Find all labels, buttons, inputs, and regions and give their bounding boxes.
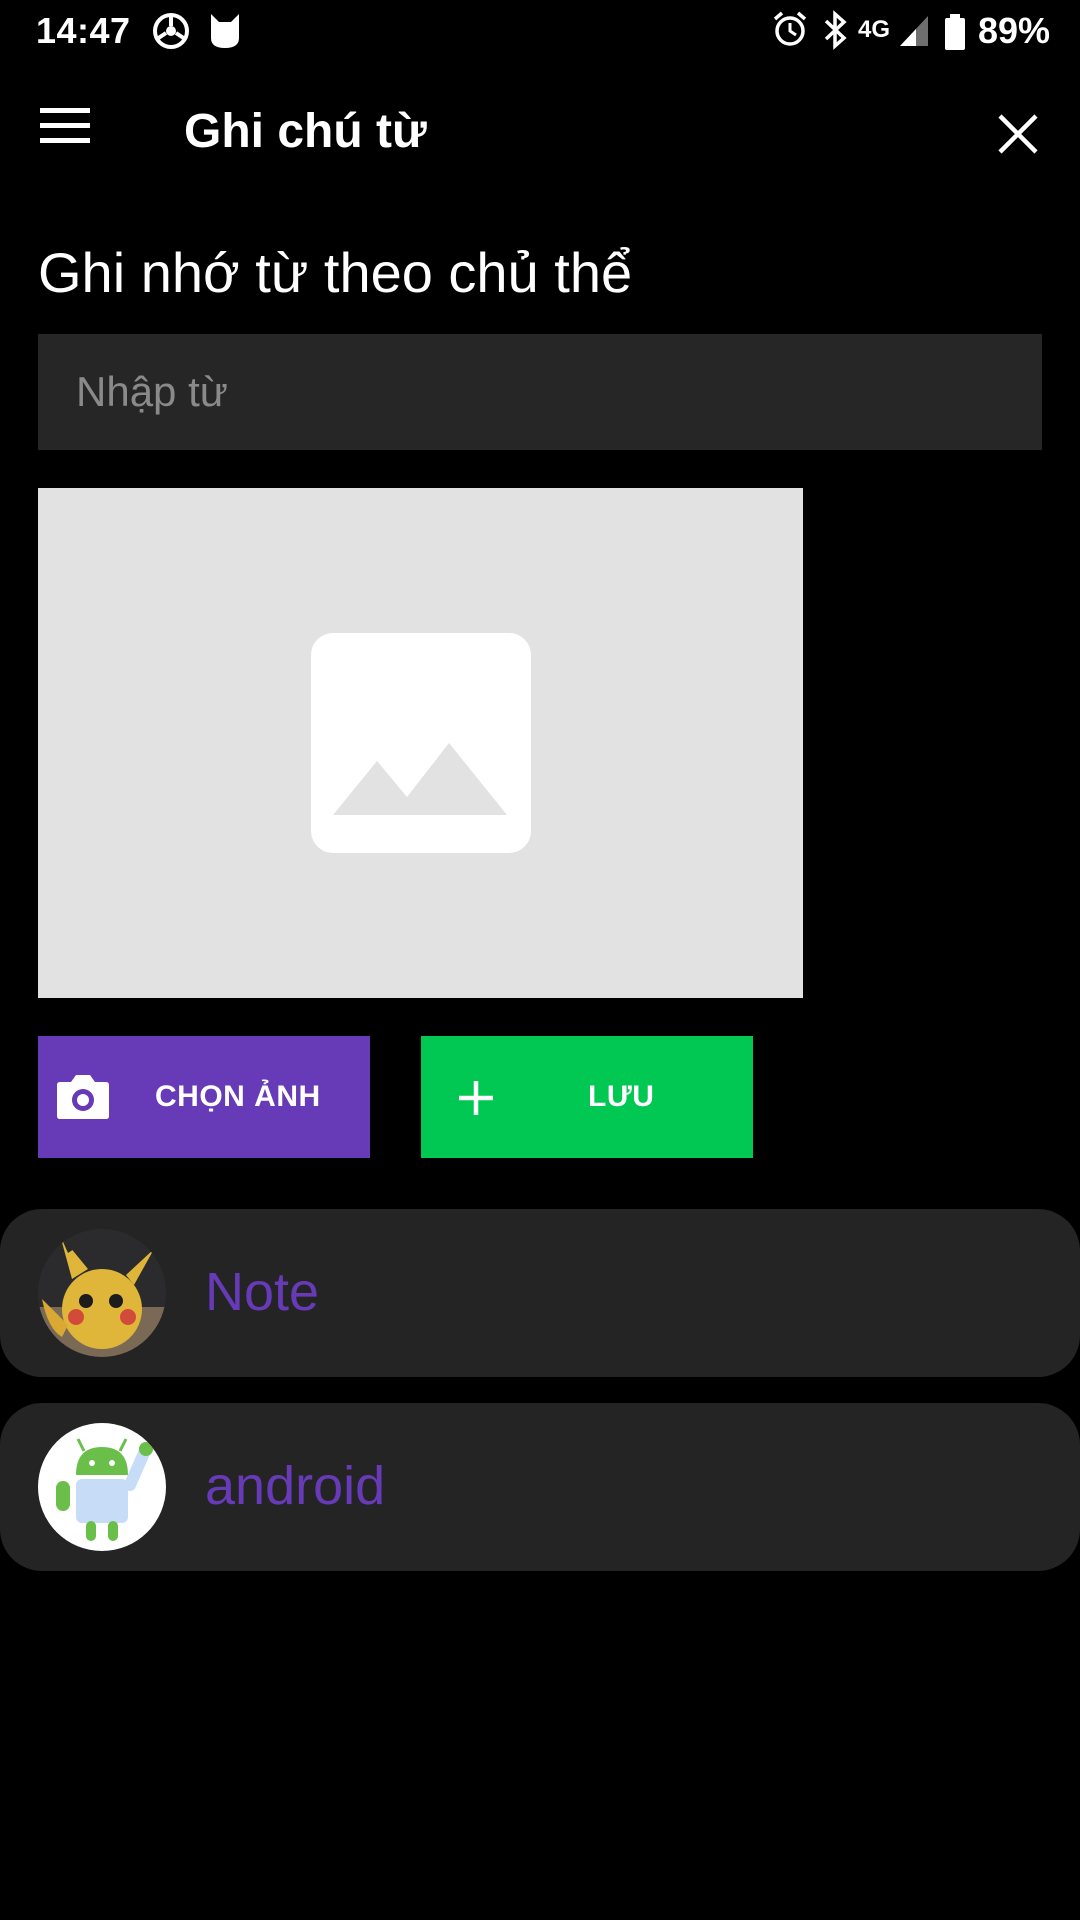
choose-image-button[interactable]: CHỌN ẢNH	[38, 1036, 370, 1158]
page-title: Ghi chú từ	[184, 105, 427, 158]
list-item[interactable]: Note	[0, 1209, 1080, 1377]
signal-icon	[898, 14, 930, 53]
menu-icon[interactable]	[40, 108, 102, 158]
close-icon[interactable]	[990, 106, 1046, 162]
save-button[interactable]: LƯU	[421, 1036, 753, 1158]
battery-percent: 89%	[978, 10, 1051, 51]
status-time: 14:47	[36, 10, 131, 51]
camera-icon	[56, 1072, 110, 1128]
save-label: LƯU	[588, 1080, 655, 1113]
image-placeholder-icon	[311, 633, 531, 853]
list-item-label: android	[205, 1456, 386, 1516]
app-bar: Ghi chú từ	[0, 64, 1080, 200]
avatar	[38, 1423, 166, 1551]
battery-icon	[944, 14, 966, 55]
avatar	[38, 1229, 166, 1357]
bluetooth-icon	[822, 10, 850, 55]
network-type: 4G	[858, 16, 891, 43]
alarm-icon	[772, 10, 808, 53]
choose-image-label: CHỌN ẢNH	[155, 1080, 321, 1113]
section-heading: Ghi nhớ từ theo chủ thể	[38, 241, 633, 304]
cat-icon	[208, 12, 242, 55]
list-item-label: Note	[205, 1262, 320, 1322]
plus-icon	[457, 1079, 495, 1125]
status-bar: 14:47 4G 89%	[0, 0, 1080, 64]
list-item[interactable]: android	[0, 1403, 1080, 1571]
word-input[interactable]	[38, 334, 1042, 450]
image-preview	[38, 488, 803, 998]
steering-icon	[152, 12, 190, 55]
